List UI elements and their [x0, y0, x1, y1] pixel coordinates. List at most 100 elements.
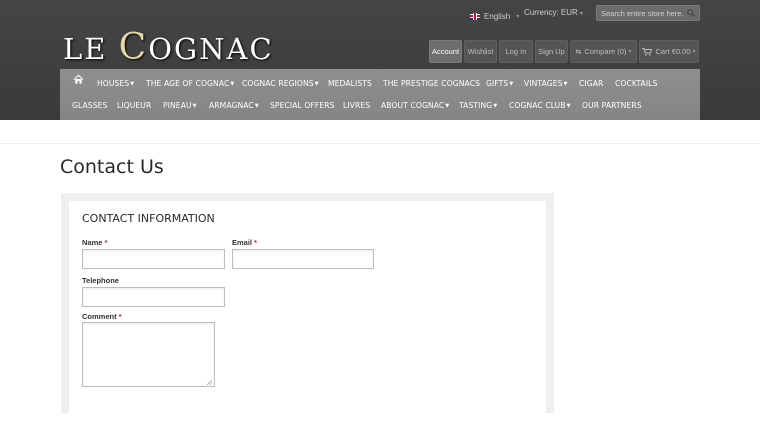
chevron-down-icon: ▾ — [628, 49, 632, 55]
required-marker: * — [118, 312, 122, 321]
chevron-down-icon: ▼ — [563, 80, 568, 87]
chevron-down-icon: ▼ — [192, 102, 197, 109]
logo-word-ognac: OGNAC — [148, 32, 274, 66]
comment-label: Comment * — [82, 312, 122, 321]
nav-label: About Cognac — [381, 100, 445, 110]
nav-label: Glasses — [72, 100, 108, 110]
required-marker: * — [104, 238, 108, 247]
chevron-down-icon: ▼ — [493, 102, 498, 109]
chevron-down-icon: ▾ — [516, 13, 520, 20]
nav-label: Vintages — [524, 78, 563, 88]
telephone-label-text: Telephone — [82, 276, 119, 285]
email-label-text: Email — [232, 238, 253, 247]
site-logo[interactable]: LE COGNAC — [63, 27, 274, 68]
logo-letter-c: C — [118, 27, 149, 68]
currency-switcher[interactable]: Currency: EUR ▾ — [524, 8, 583, 24]
cart-icon — [642, 47, 653, 56]
login-label: Log In — [505, 47, 527, 56]
nav-item-cocktails[interactable]: Cocktails — [609, 79, 663, 88]
nav-label: Pineau — [163, 100, 192, 110]
nav-label: Cigar — [579, 78, 604, 88]
nav-label: Houses — [97, 78, 130, 88]
nav-item-prestige-cognacs[interactable]: The Prestige Cognacs — [377, 79, 486, 88]
chevron-down-icon: ▼ — [130, 80, 135, 87]
wishlist-button[interactable]: Wishlist — [464, 40, 497, 63]
nav-item-medalists[interactable]: Medalists — [322, 79, 378, 88]
nav-item-pineau[interactable]: Pineau▼ — [157, 101, 203, 110]
nav-item-liqueur[interactable]: Liqueur — [111, 101, 157, 110]
chevron-down-icon: ▼ — [566, 102, 571, 109]
wishlist-label: Wishlist — [467, 47, 494, 56]
section-title: Contact Information — [82, 212, 215, 225]
compare-button[interactable]: ⇆ Compare (0) ▾ — [570, 40, 637, 63]
nav-item-vintages[interactable]: Vintages▼ — [518, 79, 573, 88]
nav-label: Cognac Regions — [242, 78, 314, 88]
account-label: Account — [431, 47, 460, 56]
name-field[interactable] — [82, 249, 225, 269]
account-button[interactable]: Account — [429, 40, 462, 63]
nav-label: Medalists — [328, 78, 372, 88]
nav-item-gifts[interactable]: Gifts▼ — [480, 79, 519, 88]
main-navigation: Houses▼ The Age of Cognac▼ Cognac Region… — [60, 69, 700, 120]
login-button[interactable]: Log In — [499, 40, 533, 63]
chevron-down-icon: ▼ — [314, 80, 319, 87]
nav-label: Cognac Club — [509, 100, 566, 110]
nav-label: Tasting — [459, 100, 493, 110]
logo-letter-e: E — [84, 32, 119, 66]
chevron-down-icon: ▼ — [445, 102, 450, 109]
resize-handle-icon[interactable] — [206, 379, 212, 385]
required-marker: * — [254, 238, 257, 247]
signup-button[interactable]: Sign Up — [535, 40, 568, 63]
nav-item-cognac-club[interactable]: Cognac Club▼ — [503, 101, 577, 110]
nav-item-age-of-cognac[interactable]: The Age of Cognac▼ — [140, 79, 240, 88]
form-panel — [69, 201, 546, 421]
currency-value: EUR — [560, 8, 578, 17]
chevron-down-icon: ▾ — [692, 49, 696, 55]
email-field[interactable] — [232, 249, 374, 269]
cart-label: Cart €0.00 — [655, 47, 691, 56]
uk-flag-icon — [470, 12, 480, 20]
nav-label: Armagnac — [209, 100, 254, 110]
nav-label: Cocktails — [615, 78, 658, 88]
nav-item-our-partners[interactable]: Our Partners — [576, 101, 648, 110]
language-switcher[interactable]: English ▾ — [470, 8, 519, 24]
nav-item-tasting[interactable]: Tasting▼ — [453, 101, 503, 110]
comment-label-text: Comment — [82, 312, 117, 321]
nav-item-houses[interactable]: Houses▼ — [91, 79, 140, 88]
comment-field[interactable] — [82, 322, 215, 387]
compare-icon: ⇆ — [575, 48, 582, 56]
content-divider — [0, 143, 760, 144]
chevron-down-icon: ▼ — [509, 80, 514, 87]
nav-label: Gifts — [486, 78, 509, 88]
nav-label: Our Partners — [582, 100, 642, 110]
nav-label: The Age of Cognac — [146, 78, 230, 88]
nav-item-cognac-regions[interactable]: Cognac Regions▼ — [236, 79, 325, 88]
cart-button[interactable]: Cart €0.00 ▾ — [639, 40, 699, 63]
chevron-down-icon: ▼ — [254, 102, 259, 109]
search-icon[interactable] — [687, 9, 695, 17]
signup-label: Sign Up — [538, 47, 565, 56]
chevron-down-icon: ▼ — [230, 80, 235, 87]
nav-label: Special Offers — [270, 100, 335, 110]
page-title: Contact Us — [60, 156, 164, 178]
nav-item-about-cognac[interactable]: About Cognac▼ — [375, 101, 455, 110]
site-header: LE COGNAC English▾ Currency: EUR▾ Accoun… — [0, 0, 760, 120]
nav-label: The Prestige Cognacs — [383, 78, 481, 88]
nav-item-cigar[interactable]: Cigar — [573, 79, 609, 88]
telephone-field[interactable] — [82, 287, 225, 307]
telephone-label: Telephone — [82, 276, 119, 285]
currency-label: Currency: — [524, 8, 559, 17]
nav-item-livres[interactable]: Livres — [337, 101, 376, 110]
nav-item-armagnac[interactable]: Armagnac▼ — [203, 101, 265, 110]
search-box — [596, 5, 700, 21]
search-input[interactable] — [601, 8, 683, 19]
nav-item-special-offers[interactable]: Special Offers — [264, 101, 341, 110]
home-icon[interactable] — [73, 74, 84, 85]
name-label: Name * — [82, 238, 107, 247]
nav-label: Livres — [343, 100, 371, 110]
chevron-down-icon: ▾ — [579, 11, 583, 17]
language-label: English — [484, 11, 511, 21]
email-label: Email * — [232, 238, 257, 247]
nav-item-glasses[interactable]: Glasses — [66, 101, 113, 110]
name-label-text: Name — [82, 238, 103, 247]
